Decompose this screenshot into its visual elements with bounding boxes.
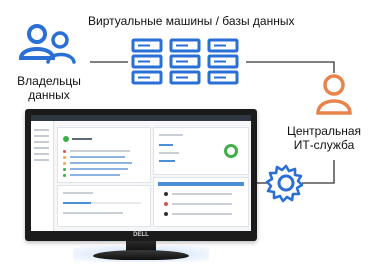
monitor-bezel: DELL [25, 109, 257, 241]
servers-to-it-line [246, 61, 335, 73]
dashboard-screen [31, 115, 251, 231]
gear-to-it-line [302, 160, 335, 184]
person-icon [316, 74, 352, 115]
data-owners-label: Владельцы данных [17, 74, 81, 102]
monitor-stand-base [93, 250, 189, 260]
metrics-card [153, 127, 249, 175]
central-it-label: Центральная ИТ-служба [286, 124, 362, 152]
gear-icon [265, 164, 304, 203]
dashboard-topbar [31, 115, 251, 121]
users-group-icon [18, 24, 76, 64]
status-card [57, 127, 151, 183]
table-card [153, 177, 249, 227]
progress-card [57, 185, 151, 227]
monitor-brand-logo: DELL [133, 232, 149, 238]
monitor: DELL [25, 109, 257, 262]
dashboard-sidebar [31, 121, 54, 231]
